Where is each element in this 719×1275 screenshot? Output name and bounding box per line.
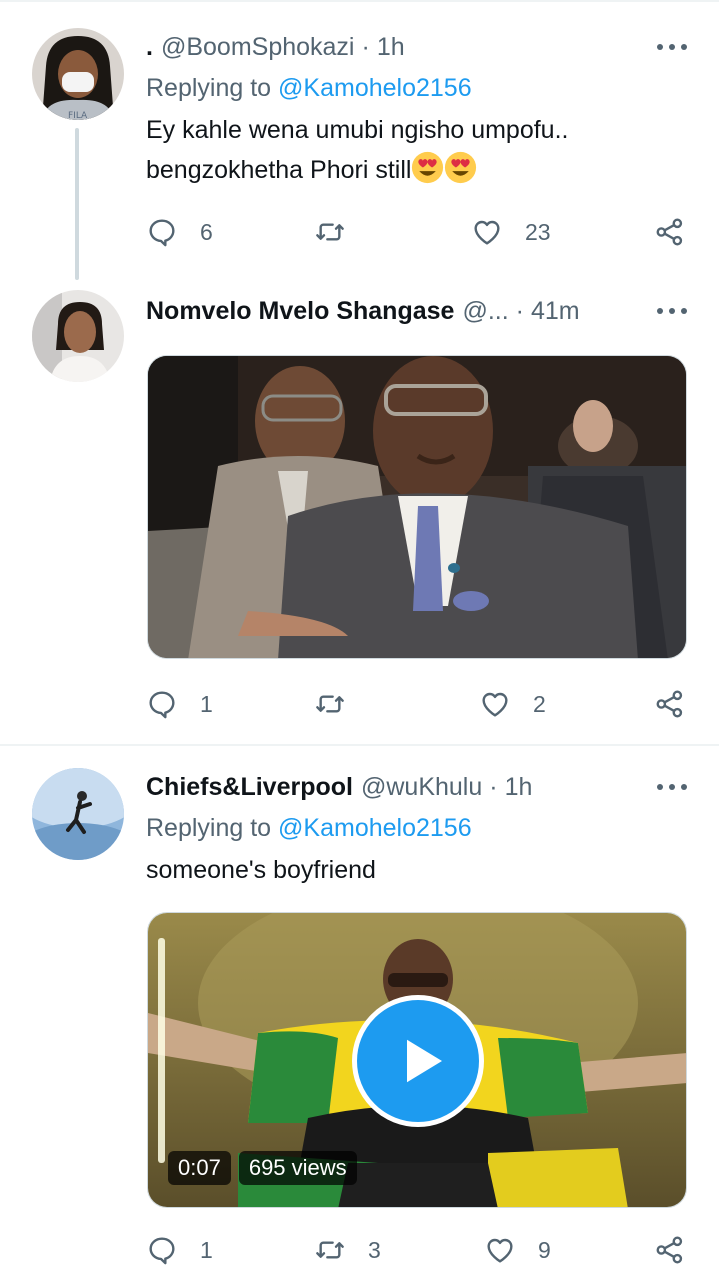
like-count: 9 [538, 1236, 551, 1263]
replying-to: Replying to @Kamohelo2156 [146, 814, 472, 843]
mention-link[interactable]: @Kamohelo2156 [278, 814, 472, 842]
tweet-header: Nomvelo Mvelo Shangase @... · 41m [146, 294, 679, 328]
timestamp[interactable]: 1h [377, 33, 405, 62]
avatar[interactable]: FILA [32, 28, 124, 120]
tweet-text-line: someone's boyfriend [146, 856, 376, 884]
more-dots-icon[interactable] [657, 782, 687, 792]
user-handle[interactable]: @BoomSphokazi [161, 33, 355, 62]
mention-link[interactable]: @Kamohelo2156 [278, 74, 472, 102]
tweet-actions: 6 23 [146, 212, 691, 252]
play-icon [407, 1039, 442, 1083]
display-name[interactable]: . [146, 33, 153, 62]
share-nodes-icon [656, 218, 683, 246]
replying-to: Replying to @Kamohelo2156 [146, 74, 472, 103]
heart-eyes-emoji-icon [445, 151, 477, 184]
like-count: 2 [533, 690, 546, 717]
video-views: 695 views [238, 1151, 357, 1185]
svg-text:FILA: FILA [68, 111, 88, 120]
tweet-actions: 1 3 9 [146, 1230, 691, 1270]
share-button[interactable] [654, 684, 686, 724]
retweet-button[interactable] [314, 684, 368, 724]
tweet-header: Chiefs&Liverpool @wuKhulu · 1h [146, 770, 679, 804]
tweet-nomvelo[interactable]: Nomvelo Mvelo Shangase @... · 41m 1 2 [0, 280, 719, 744]
retweet-button[interactable]: 3 [314, 1230, 381, 1270]
more-dots-icon[interactable] [657, 306, 687, 316]
reply-button[interactable]: 6 [146, 212, 213, 252]
more-dots-icon[interactable] [657, 42, 687, 52]
tweet-text-line: bengzokhetha Phori still [146, 156, 412, 184]
separator: · [515, 296, 524, 325]
thread-connector [75, 128, 79, 280]
share-button[interactable] [654, 212, 686, 252]
tweet-text-line-2: bengzokhetha Phori still [146, 150, 676, 190]
heart-icon [474, 220, 500, 245]
retweet-arrows-icon [316, 695, 344, 713]
tweet-video[interactable]: 0:07 695 views [147, 912, 687, 1208]
tweet-chiefs-liverpool[interactable]: Chiefs&Liverpool @wuKhulu · 1h Replying … [0, 746, 719, 1275]
avatar[interactable] [32, 290, 124, 382]
like-count: 23 [525, 218, 551, 245]
heart-icon [487, 1238, 513, 1263]
share-button[interactable] [654, 1230, 686, 1270]
reply-count: 6 [200, 218, 213, 245]
separator: · [489, 772, 498, 801]
video-progress-indicator [158, 938, 165, 1163]
reply-count: 1 [200, 1236, 213, 1263]
retweet-arrows-icon [316, 1241, 344, 1259]
tweet-actions: 1 2 [146, 684, 691, 724]
tweet-image[interactable] [147, 355, 687, 659]
tweet-boomsphokazi[interactable]: FILA . @BoomSphokazi · 1h Replying to @K… [0, 0, 719, 280]
display-name[interactable]: Nomvelo Mvelo Shangase [146, 297, 454, 326]
speech-bubble-icon [149, 1237, 175, 1265]
video-info: 0:07 695 views [168, 1151, 357, 1185]
play-button[interactable] [352, 995, 484, 1127]
timestamp[interactable]: 1h [505, 773, 533, 802]
tweet-text: Ey kahle wena umubi ngisho umpofu.. beng… [146, 110, 676, 190]
retweet-button[interactable] [314, 212, 368, 252]
speech-bubble-icon [149, 691, 175, 719]
retweet-arrows-icon [316, 223, 344, 241]
like-button[interactable]: 9 [484, 1230, 551, 1270]
separator: · [361, 32, 370, 61]
replying-label: Replying to [146, 74, 272, 102]
reply-button[interactable]: 1 [146, 1230, 213, 1270]
tweet-text: someone's boyfriend [146, 850, 676, 890]
speech-bubble-icon [149, 219, 175, 247]
avatar[interactable] [32, 768, 124, 860]
heart-eyes-emoji-icon [412, 151, 444, 184]
like-button[interactable]: 2 [479, 684, 546, 724]
retweet-count: 3 [368, 1236, 381, 1263]
reply-button[interactable]: 1 [146, 684, 213, 724]
tweet-header: . @BoomSphokazi · 1h [146, 30, 679, 64]
like-button[interactable]: 23 [471, 212, 551, 252]
display-name[interactable]: Chiefs&Liverpool [146, 773, 353, 802]
share-nodes-icon [656, 1236, 683, 1264]
replying-label: Replying to [146, 814, 272, 842]
user-handle[interactable]: @wuKhulu [361, 773, 482, 802]
user-handle[interactable]: @... [462, 297, 508, 326]
heart-icon [482, 692, 508, 717]
photo [148, 356, 686, 658]
timestamp[interactable]: 41m [531, 297, 580, 326]
reply-count: 1 [200, 690, 213, 717]
share-nodes-icon [656, 690, 683, 718]
tweet-text-line: Ey kahle wena umubi ngisho umpofu.. [146, 116, 569, 144]
video-duration: 0:07 [168, 1151, 231, 1185]
